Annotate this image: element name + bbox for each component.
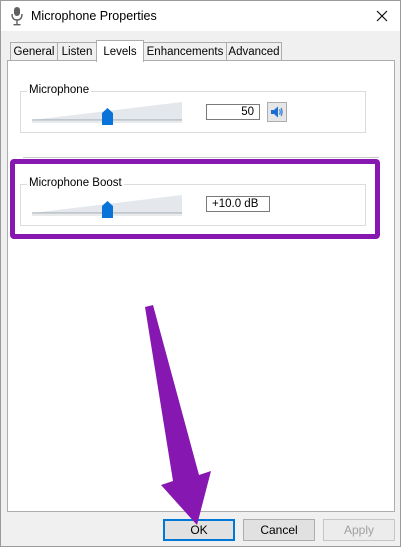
- highlight-box: [10, 159, 380, 239]
- slider-thumb[interactable]: [102, 108, 113, 125]
- cancel-label: Cancel: [260, 523, 298, 537]
- title-bar: Microphone Properties: [1, 1, 400, 31]
- ok-label: OK: [190, 523, 208, 537]
- microphone-label: Microphone: [27, 84, 92, 96]
- cancel-button[interactable]: Cancel: [243, 519, 315, 541]
- tab-enhancements-label: Enhancements: [146, 45, 224, 58]
- levels-panel: Microphone 50 Microphone Boost +10.0 dB: [7, 60, 395, 512]
- mute-button[interactable]: [267, 102, 287, 122]
- close-button[interactable]: [364, 1, 400, 31]
- ok-button[interactable]: OK: [163, 519, 235, 541]
- tab-general-label: General: [13, 45, 55, 58]
- window-title: Microphone Properties: [31, 9, 157, 23]
- microphone-properties-window: Microphone Properties General Listen Lev…: [0, 0, 401, 547]
- microphone-level-value: 50: [241, 106, 254, 118]
- tab-advanced-label: Advanced: [228, 45, 280, 58]
- tab-enhancements[interactable]: Enhancements: [143, 42, 227, 60]
- tab-advanced[interactable]: Advanced: [226, 42, 282, 60]
- tab-general[interactable]: General: [10, 42, 58, 60]
- tab-listen-label: Listen: [61, 45, 93, 58]
- close-icon: [376, 10, 388, 22]
- microphone-level-field[interactable]: 50: [206, 104, 260, 120]
- tab-levels-label: Levels: [103, 45, 137, 58]
- apply-button[interactable]: Apply: [323, 519, 395, 541]
- microphone-group: Microphone 50: [20, 84, 366, 133]
- speaker-icon: [271, 106, 283, 118]
- microphone-volume-slider[interactable]: [32, 100, 184, 128]
- microphone-icon: [11, 7, 23, 26]
- tab-levels[interactable]: Levels: [96, 40, 144, 62]
- apply-label: Apply: [343, 523, 375, 537]
- divider: [23, 157, 379, 158]
- tab-listen[interactable]: Listen: [57, 42, 97, 60]
